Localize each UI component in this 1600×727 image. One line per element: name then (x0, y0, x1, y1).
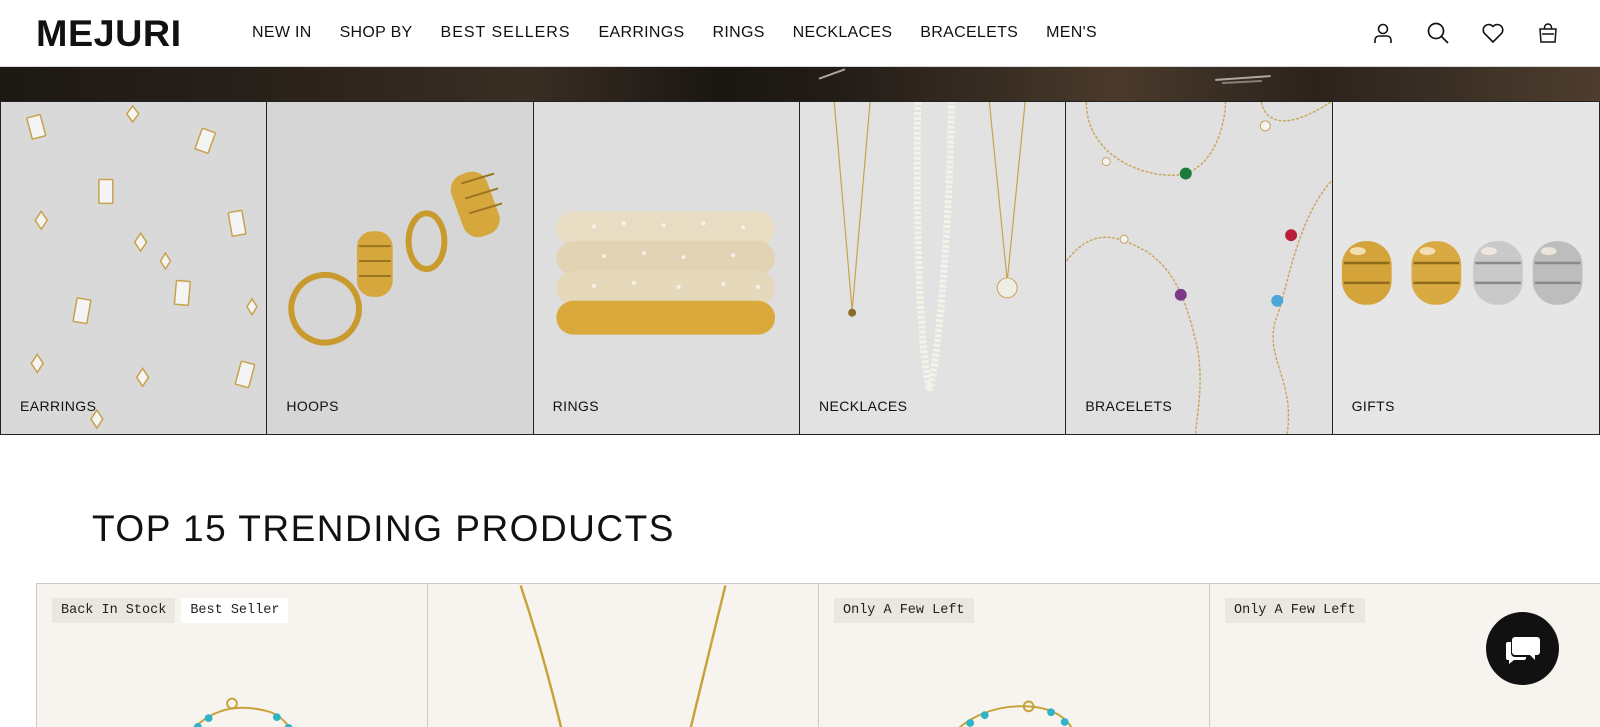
necklaces-image (833, 102, 1026, 392)
section-title: TOP 15 TRENDING PRODUCTS (92, 508, 675, 549)
nav-earrings[interactable]: EARRINGS (599, 24, 685, 42)
category-label: BRACELETS (1085, 398, 1173, 414)
product-badges: Only A Few Left (1225, 598, 1365, 623)
product-badges: Only A Few Left (834, 598, 974, 623)
category-rings[interactable]: RINGS (533, 102, 800, 434)
category-earrings[interactable]: EARRINGS (1, 102, 268, 434)
category-label: GIFTS (1351, 398, 1395, 414)
heart-icon[interactable] (1480, 20, 1505, 45)
category-label: RINGS (552, 398, 599, 414)
site-header: MEJURI NEW IN SHOP BY BEST SELLERS EARRI… (0, 0, 1600, 67)
badge-only-a-few-left: Only A Few Left (1225, 598, 1365, 623)
nav-best-sellers[interactable]: BEST SELLERS (441, 24, 571, 42)
category-gifts[interactable]: GIFTS (1332, 102, 1599, 434)
nav-necklaces[interactable]: NECKLACES (793, 24, 893, 42)
header-icons (1370, 20, 1560, 45)
category-label: NECKLACES (818, 398, 908, 414)
bag-icon[interactable] (1535, 20, 1560, 45)
badge-best-seller: Best Seller (181, 598, 289, 623)
category-necklaces[interactable]: NECKLACES (799, 102, 1067, 434)
search-icon[interactable] (1425, 20, 1450, 45)
product-card[interactable]: Only A Few Left (818, 583, 1209, 727)
product-card[interactable]: Back In Stock Best Seller (36, 583, 427, 727)
chat-icon (1505, 636, 1540, 664)
product-card[interactable] (427, 583, 818, 727)
nav-shop-by[interactable]: SHOP BY (340, 24, 413, 42)
category-bracelets[interactable]: BRACELETS (1066, 102, 1333, 434)
necklace-product-image (519, 585, 727, 727)
nav-new-in[interactable]: NEW IN (252, 24, 312, 42)
earrings-image (26, 104, 258, 430)
rings-image (555, 211, 775, 335)
account-icon[interactable] (1370, 20, 1395, 45)
nav-bracelets[interactable]: BRACELETS (920, 24, 1018, 42)
chat-button[interactable] (1486, 612, 1559, 685)
category-label: HOOPS (286, 398, 339, 414)
nav-rings[interactable]: RINGS (713, 24, 765, 42)
logo[interactable]: MEJURI (36, 13, 182, 55)
badge-only-a-few-left: Only A Few Left (834, 598, 974, 623)
badge-back-in-stock: Back In Stock (52, 598, 176, 623)
hoops-image (288, 171, 503, 346)
hero-image-strip (0, 67, 1600, 101)
category-label: EARRINGS (20, 398, 97, 414)
product-badges: Back In Stock Best Seller (52, 598, 289, 623)
main-nav: NEW IN SHOP BY BEST SELLERS EARRINGS RIN… (252, 24, 1125, 42)
category-hoops[interactable]: HOOPS (267, 102, 534, 434)
bracelets-image (1066, 102, 1332, 434)
product-carousel: Back In Stock Best Seller Only A Few Lef… (36, 583, 1600, 727)
nav-mens[interactable]: MEN'S (1046, 24, 1097, 42)
gifts-image (1341, 241, 1583, 305)
category-grid: EARRINGS HOOPS RINGS NECKLACES BRACELETS… (0, 101, 1600, 435)
